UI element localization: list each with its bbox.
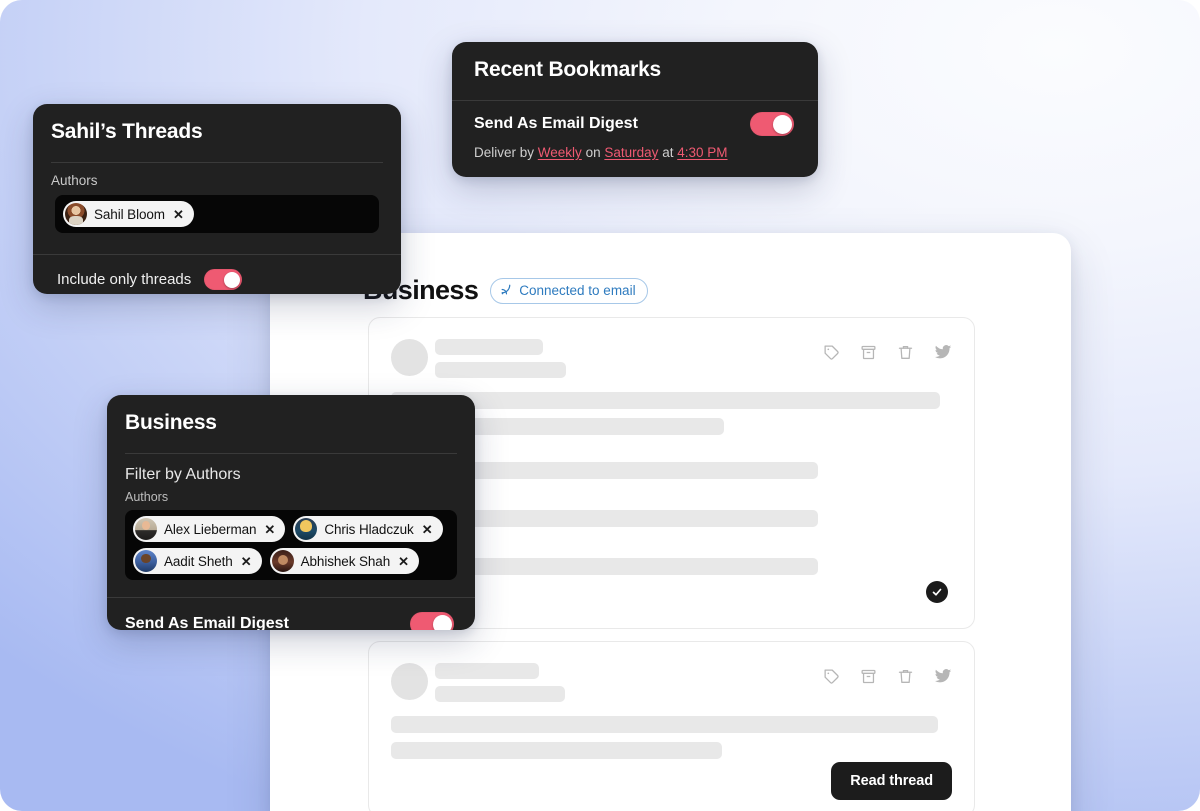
tag-icon[interactable] [823, 668, 840, 685]
include-only-threads-toggle[interactable] [204, 269, 243, 290]
recent-bookmarks-title: Recent Bookmarks [474, 58, 662, 81]
author-chip-label: Abhishek Shah [300, 553, 391, 569]
business-panel-title: Business [125, 411, 217, 434]
avatar [135, 550, 157, 572]
recent-bookmarks-panel: Recent Bookmarks Send As Email Digest De… [452, 42, 818, 177]
author-chip-label: Sahil Bloom [94, 206, 165, 222]
avatar-skeleton [391, 339, 428, 376]
author-chip-label: Aadit Sheth [164, 553, 233, 569]
time-link[interactable]: 4:30 PM [677, 145, 727, 160]
twitter-icon[interactable] [934, 343, 952, 361]
email-digest-row: Send As Email Digest [452, 101, 818, 136]
connected-to-email-label: Connected to email [519, 283, 636, 298]
business-authors-well[interactable]: Alex Lieberman ✕ Chris Hladczuk ✕ Aadit … [125, 510, 457, 580]
card-actions [823, 343, 952, 361]
remove-author-icon[interactable]: ✕ [264, 523, 281, 536]
toggle-knob [223, 271, 240, 288]
author-chip[interactable]: Chris Hladczuk ✕ [293, 516, 443, 542]
business-filter-panel: Business Filter by Authors Authors Alex … [107, 395, 475, 630]
remove-author-icon[interactable]: ✕ [241, 555, 258, 568]
on-label: on [585, 145, 601, 160]
trash-icon[interactable] [897, 668, 914, 685]
author-handle-skeleton [435, 686, 565, 702]
avatar [271, 550, 294, 572]
delivery-schedule-row: Deliver by Weekly on Saturday at 4:30 PM [452, 136, 818, 160]
email-digest-row: Send As Email Digest [107, 598, 475, 630]
card-actions [823, 667, 952, 685]
day-link[interactable]: Saturday [604, 145, 658, 160]
email-digest-toggle[interactable] [750, 112, 794, 136]
avatar-skeleton [391, 663, 428, 700]
authors-label: Authors [51, 173, 98, 188]
archive-icon[interactable] [860, 344, 877, 361]
thread-card[interactable]: Read thread [368, 641, 975, 811]
sahil-authors-well[interactable]: Sahil Bloom ✕ [55, 195, 379, 233]
remove-author-icon[interactable]: ✕ [173, 208, 190, 221]
sahils-threads-title: Sahil’s Threads [51, 120, 203, 143]
email-digest-label: Send As Email Digest [474, 115, 638, 132]
tag-icon[interactable] [823, 344, 840, 361]
authors-label: Authors [125, 490, 169, 504]
author-name-skeleton [435, 339, 543, 355]
author-chip[interactable]: Alex Lieberman ✕ [133, 516, 286, 542]
remove-author-icon[interactable]: ✕ [422, 523, 439, 536]
trash-icon[interactable] [897, 344, 914, 361]
author-chip-label: Chris Hladczuk [324, 521, 414, 537]
include-only-threads-label: Include only threads [57, 271, 192, 288]
frequency-link[interactable]: Weekly [538, 145, 582, 160]
body-line-skeleton [391, 742, 722, 759]
at-label: at [662, 145, 674, 160]
avatar [135, 518, 157, 540]
author-chip[interactable]: Aadit Sheth ✕ [133, 548, 262, 574]
toggle-knob [772, 114, 792, 134]
body-line-skeleton [391, 716, 938, 733]
rss-icon [500, 283, 513, 299]
author-chip[interactable]: Abhishek Shah ✕ [269, 548, 420, 574]
twitter-icon[interactable] [934, 667, 952, 685]
connected-to-email-badge[interactable]: Connected to email [490, 277, 648, 304]
email-digest-label: Send As Email Digest [125, 615, 289, 630]
include-only-threads-row: Include only threads [33, 255, 401, 290]
toggle-knob [432, 614, 452, 630]
author-chip-label: Alex Lieberman [164, 521, 257, 537]
filter-by-authors-label: Filter by Authors [125, 466, 241, 483]
app-background: Business Connected to email Read thread … [0, 0, 1200, 811]
remove-author-icon[interactable]: ✕ [398, 555, 415, 568]
author-chip[interactable]: Sahil Bloom ✕ [63, 201, 194, 227]
deliver-by-label: Deliver by [474, 145, 535, 160]
author-name-skeleton [435, 663, 539, 679]
avatar [65, 203, 87, 225]
check-circle-icon[interactable] [926, 581, 948, 603]
email-digest-toggle[interactable] [410, 612, 454, 630]
sahils-threads-panel: Sahil’s Threads Authors Sahil Bloom ✕ In… [33, 104, 401, 294]
avatar [295, 518, 318, 540]
archive-icon[interactable] [860, 668, 877, 685]
read-thread-button[interactable]: Read thread [831, 762, 952, 800]
author-handle-skeleton [435, 362, 566, 378]
